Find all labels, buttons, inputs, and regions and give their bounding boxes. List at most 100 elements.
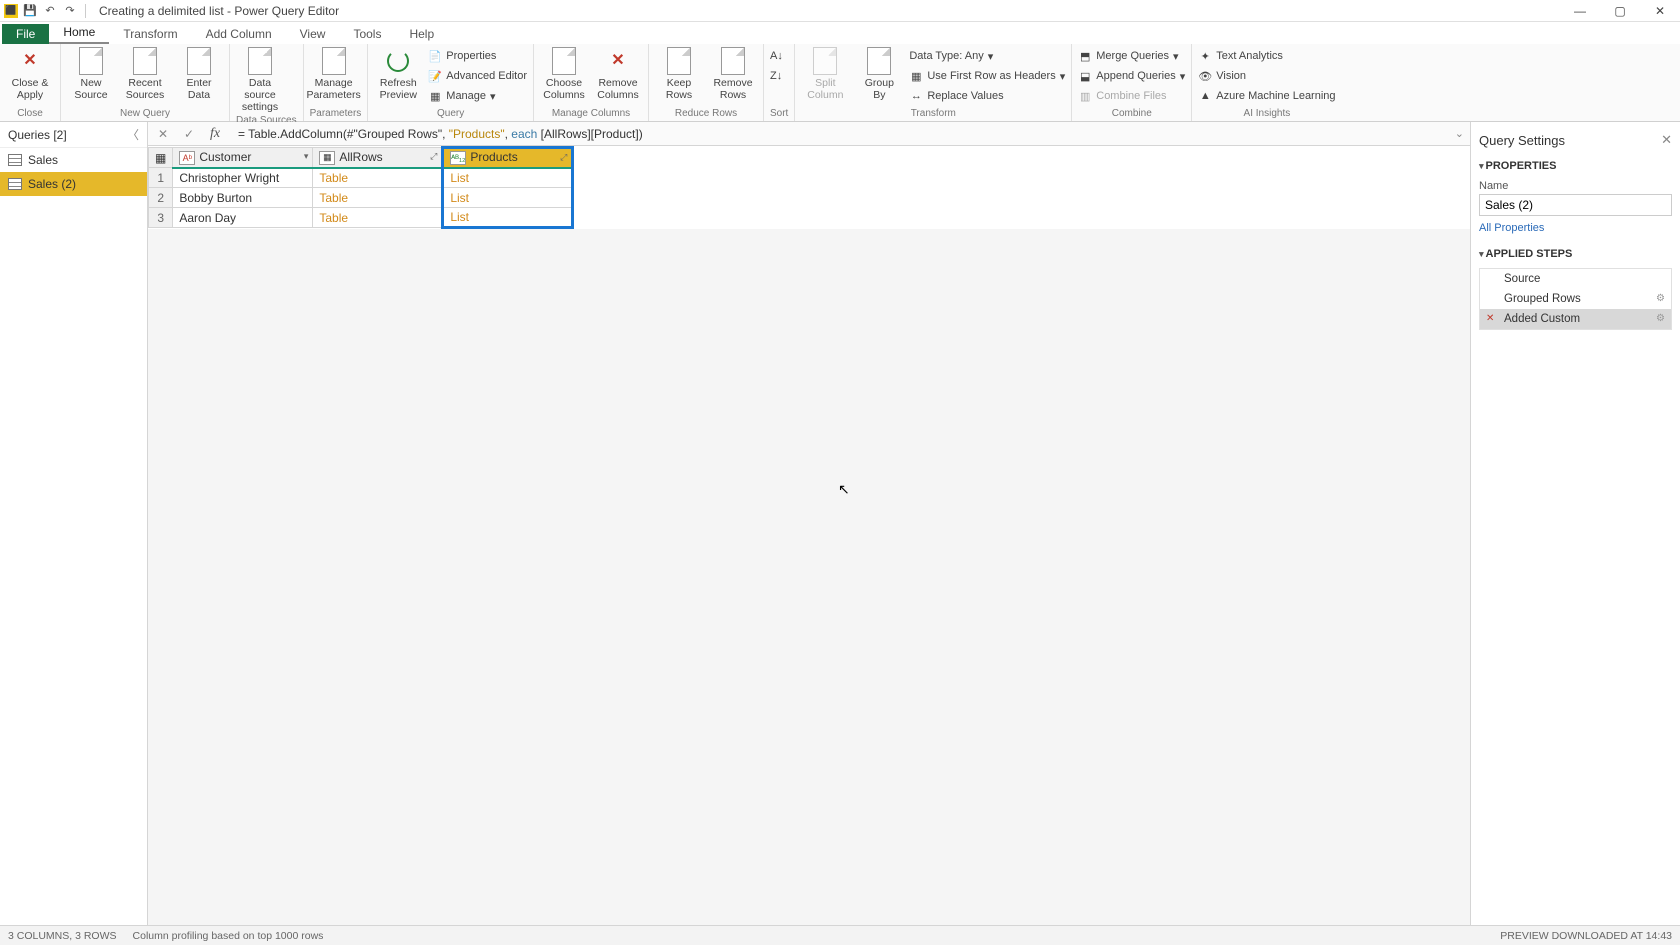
append-queries-button[interactable]: ⬓Append Queries ▾: [1078, 67, 1185, 85]
vision-button[interactable]: 👁Vision: [1198, 67, 1335, 85]
cell-products[interactable]: List: [443, 188, 573, 208]
tab-help[interactable]: Help: [395, 24, 448, 44]
column-header-products[interactable]: ᴬᴮ₁₂Products⤢: [443, 148, 573, 168]
group-label-ai: AI Insights: [1198, 106, 1335, 121]
grid-corner[interactable]: ▦: [149, 148, 173, 168]
azure-ml-button[interactable]: ▲Azure Machine Learning: [1198, 87, 1335, 105]
ribbon: ✕ Close & Apply Close New Source Recent …: [0, 44, 1680, 122]
group-by-button[interactable]: Group By: [855, 47, 903, 101]
params-icon: [322, 47, 346, 75]
step-source[interactable]: Source: [1480, 269, 1671, 289]
column-header-customer[interactable]: AᵇCustomer▾: [173, 148, 313, 168]
cell-allrows[interactable]: Table: [313, 208, 443, 228]
status-columns-rows: 3 COLUMNS, 3 ROWS: [8, 930, 117, 942]
tab-add-column[interactable]: Add Column: [192, 24, 286, 44]
query-item-sales-2[interactable]: Sales (2): [0, 172, 147, 196]
column-header-allrows[interactable]: ▦AllRows⤢: [313, 148, 443, 168]
all-properties-link[interactable]: All Properties: [1479, 222, 1672, 234]
tab-home[interactable]: Home: [49, 22, 109, 44]
close-settings-icon[interactable]: ✕: [1661, 132, 1672, 148]
manage-button[interactable]: ▦Manage ▾: [428, 87, 527, 105]
refresh-preview-button[interactable]: Refresh Preview: [374, 47, 422, 101]
fx-icon[interactable]: fx: [206, 125, 224, 143]
cell-allrows[interactable]: Table: [313, 168, 443, 188]
group-label-transform: Transform: [801, 106, 1065, 121]
step-grouped-rows[interactable]: Grouped Rows⚙: [1480, 289, 1671, 309]
properties-button[interactable]: 📄Properties: [428, 47, 527, 65]
manage-parameters-button[interactable]: Manage Parameters: [310, 47, 358, 101]
expand-dropdown-icon[interactable]: ⤢: [430, 151, 437, 162]
remove-columns-button[interactable]: ✕Remove Columns: [594, 47, 642, 101]
gear-icon[interactable]: ⚙: [1656, 293, 1665, 304]
replace-values-button[interactable]: ↔Replace Values: [909, 87, 1065, 105]
enter-data-button[interactable]: Enter Data: [175, 47, 223, 101]
formula-bar: ✕ ✓ fx = Table.AddColumn(#"Grouped Rows"…: [148, 122, 1470, 146]
data-source-settings-button[interactable]: Data source settings: [236, 47, 284, 113]
status-bar: 3 COLUMNS, 3 ROWS Column profiling based…: [0, 925, 1680, 945]
combine-files-button[interactable]: ▥Combine Files: [1078, 87, 1185, 105]
accept-formula-icon[interactable]: ✓: [180, 125, 198, 143]
group-label-query: Query: [374, 106, 527, 121]
undo-icon[interactable]: ↶: [42, 3, 58, 19]
data-type-button[interactable]: Data Type: Any ▾: [909, 47, 1065, 65]
sheet-icon: [79, 47, 103, 75]
advanced-editor-button[interactable]: 📝Advanced Editor: [428, 67, 527, 85]
applied-steps-header[interactable]: APPLIED STEPS: [1479, 244, 1672, 264]
cell-products[interactable]: List: [443, 208, 573, 228]
text-analytics-button[interactable]: ✦Text Analytics: [1198, 47, 1335, 65]
refresh-icon: [387, 50, 409, 72]
filter-dropdown-icon[interactable]: ▾: [304, 151, 309, 162]
close-icon: ✕: [23, 52, 36, 70]
choose-columns-button[interactable]: Choose Columns: [540, 47, 588, 101]
cell-allrows[interactable]: Table: [313, 188, 443, 208]
step-added-custom[interactable]: Added Custom⚙: [1480, 309, 1671, 329]
keep-rows-button[interactable]: Keep Rows: [655, 47, 703, 101]
ribbon-tabs: File Home Transform Add Column View Tool…: [0, 22, 1680, 44]
queries-pane: Queries [2] 〈 Sales Sales (2): [0, 122, 148, 925]
first-row-headers-button[interactable]: ▦Use First Row as Headers ▾: [909, 67, 1065, 85]
collapse-pane-icon[interactable]: 〈: [127, 126, 139, 143]
tab-tools[interactable]: Tools: [339, 24, 395, 44]
split-column-button[interactable]: Split Column: [801, 47, 849, 101]
cell-customer[interactable]: Bobby Burton: [173, 188, 313, 208]
formula-input[interactable]: = Table.AddColumn(#"Grouped Rows", "Prod…: [232, 127, 1447, 141]
tab-transform[interactable]: Transform: [109, 24, 191, 44]
rows-icon: [667, 47, 691, 75]
sheet-icon: [187, 47, 211, 75]
query-settings-pane: Query Settings ✕ PROPERTIES Name All Pro…: [1470, 122, 1680, 925]
sort-desc-icon: Z↓: [770, 70, 782, 82]
properties-section-header[interactable]: PROPERTIES: [1479, 156, 1672, 176]
close-apply-button[interactable]: ✕ Close & Apply: [6, 47, 54, 101]
tab-view[interactable]: View: [286, 24, 340, 44]
save-icon[interactable]: 💾: [22, 3, 38, 19]
table-row[interactable]: 3 Aaron Day Table List: [149, 208, 573, 228]
table-row[interactable]: 2 Bobby Burton Table List: [149, 188, 573, 208]
remove-rows-button[interactable]: Remove Rows: [709, 47, 757, 101]
expand-formula-icon[interactable]: ⌄: [1455, 127, 1464, 140]
split-icon: [813, 47, 837, 75]
headers-icon: ▦: [909, 69, 923, 83]
merge-queries-button[interactable]: ⬒Merge Queries ▾: [1078, 47, 1185, 65]
tab-file[interactable]: File: [2, 24, 49, 44]
minimize-button[interactable]: —: [1560, 0, 1600, 22]
text-icon: ✦: [1198, 49, 1212, 63]
cancel-formula-icon[interactable]: ✕: [154, 125, 172, 143]
sort-desc-button[interactable]: Z↓: [770, 67, 783, 85]
status-profiling: Column profiling based on top 1000 rows: [133, 930, 324, 942]
table-row[interactable]: 1 Christopher Wright Table List: [149, 168, 573, 188]
group-label-newquery: New Query: [67, 106, 223, 121]
expand-dropdown-icon[interactable]: ⤢: [560, 152, 567, 163]
cell-customer[interactable]: Aaron Day: [173, 208, 313, 228]
cell-customer[interactable]: Christopher Wright: [173, 168, 313, 188]
cell-products[interactable]: List: [443, 168, 573, 188]
query-item-sales[interactable]: Sales: [0, 148, 147, 172]
redo-icon[interactable]: ↷: [62, 3, 78, 19]
recent-sources-button[interactable]: Recent Sources: [121, 47, 169, 101]
query-name-input[interactable]: [1479, 194, 1672, 216]
maximize-button[interactable]: ▢: [1600, 0, 1640, 22]
gear-icon[interactable]: ⚙: [1656, 313, 1665, 324]
new-source-button[interactable]: New Source: [67, 47, 115, 101]
group-label-managecols: Manage Columns: [540, 106, 642, 121]
close-button[interactable]: ✕: [1640, 0, 1680, 22]
sort-asc-button[interactable]: A↓: [770, 47, 783, 65]
